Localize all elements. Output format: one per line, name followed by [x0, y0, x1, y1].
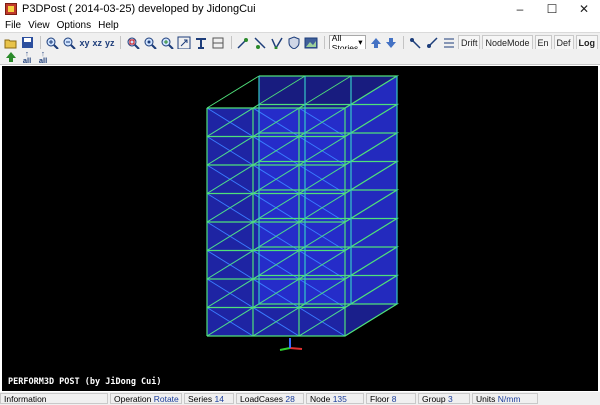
all-up-label: all: [22, 55, 32, 65]
menu-file[interactable]: File: [5, 20, 21, 31]
all-down-label: all: [38, 55, 48, 65]
close-button[interactable]: ✕: [568, 0, 600, 18]
axis-y-icon: [289, 347, 303, 350]
menu-options[interactable]: Options: [57, 20, 91, 31]
status-label: LoadCases: [240, 393, 284, 404]
floor-beam: [206, 75, 260, 109]
status-label: Floor: [370, 393, 390, 404]
status-value: 28: [285, 393, 295, 404]
status-label: Operation: [114, 393, 152, 404]
title-bar: P3DPost ( 2014-03-25) developed by Jidon…: [0, 0, 600, 18]
status-value: Rotate: [153, 393, 179, 404]
status-value: N/mm: [497, 393, 521, 404]
all-down-button[interactable]: ↑ all: [36, 49, 50, 65]
status-value: 8: [391, 393, 397, 404]
status-label: Units: [476, 393, 496, 404]
structure-3d-model: [206, 75, 400, 351]
status-value: 135: [332, 393, 347, 404]
arrow-up-icon[interactable]: [3, 49, 19, 65]
status-series: Series 14: [184, 393, 234, 404]
status-node: Node 135: [306, 393, 364, 404]
status-bar: Information Operation Rotate Series 14 L…: [0, 392, 600, 405]
chevron-down-icon: ▾: [358, 37, 363, 47]
status-group: Group 3: [418, 393, 470, 404]
stories-dropdown[interactable]: All Stories ▾: [328, 33, 366, 53]
maximize-button[interactable]: ☐: [536, 0, 568, 18]
status-label: Information: [4, 393, 47, 404]
menu-help[interactable]: Help: [98, 20, 119, 31]
status-value: 3: [448, 393, 453, 404]
all-up-button[interactable]: ↑ all: [20, 49, 34, 65]
menu-view[interactable]: View: [28, 20, 50, 31]
log-button[interactable]: Log: [575, 35, 599, 50]
drift-button[interactable]: Drift: [457, 35, 481, 50]
node-mode-button[interactable]: NodeMode: [482, 35, 533, 50]
axis-x-icon: [279, 347, 291, 351]
status-label: Series: [188, 393, 213, 404]
app-icon: [5, 3, 17, 15]
secondary-toolbar: ↑ all ↑ all: [0, 49, 600, 65]
minimize-button[interactable]: –: [504, 0, 536, 18]
en-button[interactable]: En: [534, 35, 552, 50]
window-controls: – ☐ ✕: [504, 0, 600, 18]
status-label: Group: [422, 393, 446, 404]
viewport-caption: PERFORM3D POST (by JiDong Cui): [8, 377, 162, 387]
status-floor: Floor 8: [366, 393, 416, 404]
status-label: Node: [310, 393, 331, 404]
status-value: 14: [214, 393, 224, 404]
model-viewport[interactable]: PERFORM3D POST (by JiDong Cui): [2, 66, 598, 391]
status-information: Information: [0, 393, 108, 404]
window-title: P3DPost ( 2014-03-25) developed by Jidon…: [22, 3, 256, 15]
menu-bar: File View Options Help: [0, 18, 600, 32]
status-units: Units N/mm: [472, 393, 538, 404]
status-loadcases: LoadCases 28: [236, 393, 304, 404]
status-operation: Operation Rotate: [110, 393, 182, 404]
def-button[interactable]: Def: [553, 35, 574, 50]
